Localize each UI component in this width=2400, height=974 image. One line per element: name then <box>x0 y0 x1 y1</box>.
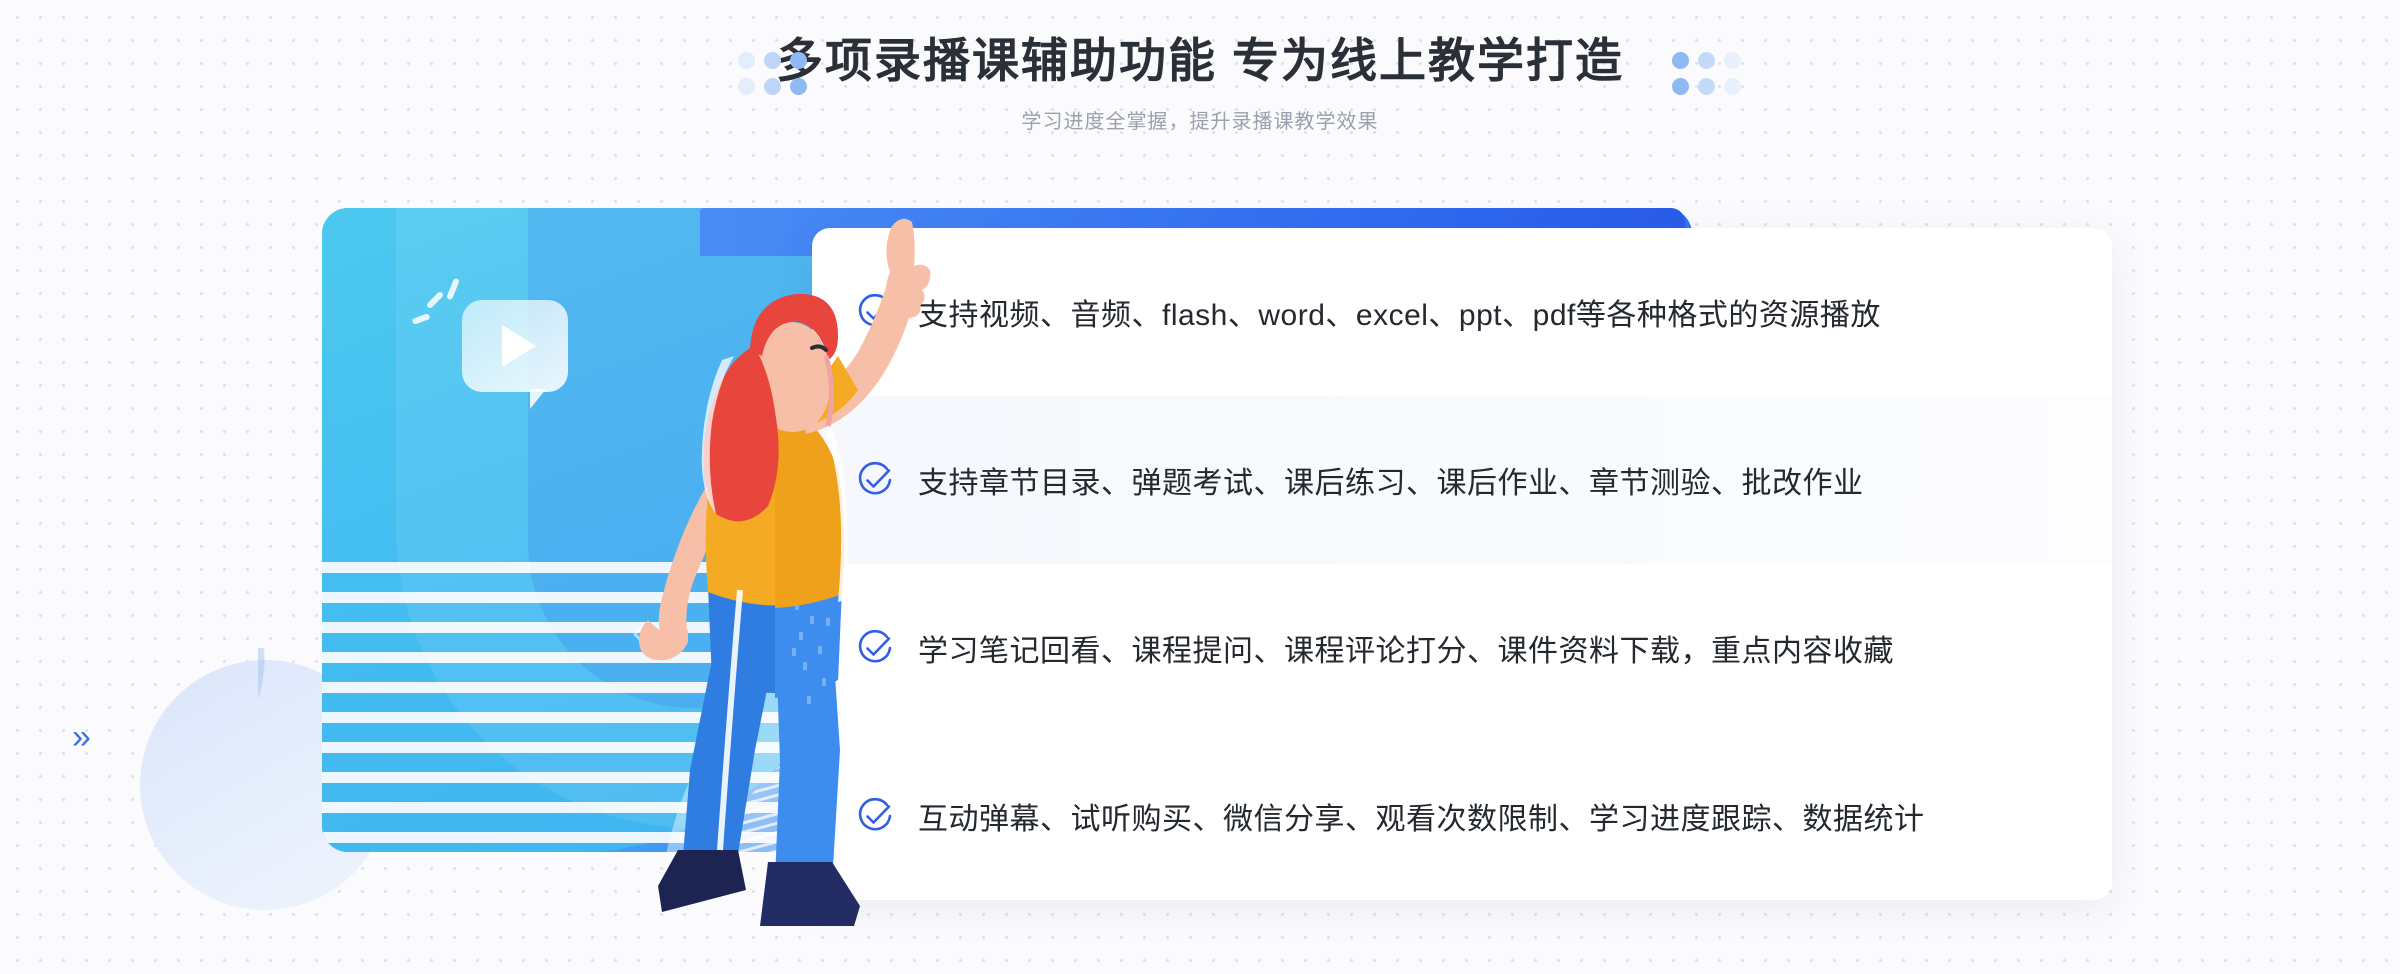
play-triangle-icon <box>502 325 536 367</box>
page-header: 多项录播课辅助功能 专为线上教学打造 学习进度全掌握，提升录播课教学效果 <box>0 0 2400 170</box>
feature-row[interactable]: 支持视频、音频、flash、word、excel、ppt、pdf等各种格式的资源… <box>812 228 2112 396</box>
row-accent-bar <box>798 396 812 564</box>
check-circle-icon <box>858 293 892 327</box>
check-circle-icon <box>858 629 892 663</box>
chevron-double-left-icon: « <box>632 610 655 654</box>
page-subtitle: 学习进度全掌握，提升录播课教学效果 <box>1021 111 1379 134</box>
dot-cluster-icon <box>738 52 807 95</box>
feature-text: 互动弹幕、试听购买、微信分享、观看次数限制、学习进度跟踪、数据统计 <box>918 803 1925 836</box>
feature-row[interactable]: 学习笔记回看、课程提问、课程评论打分、课件资料下载，重点内容收藏 <box>812 564 2112 732</box>
feature-card: 支持视频、音频、flash、word、excel、ppt、pdf等各种格式的资源… <box>798 228 2112 900</box>
feature-row[interactable]: 互动弹幕、试听购买、微信分享、观看次数限制、学习进度跟踪、数据统计 <box>812 732 2112 900</box>
play-button-bubble-icon <box>462 300 568 409</box>
dot-cluster-icon <box>1672 52 1741 95</box>
page-title: 多项录播课辅助功能 专为线上教学打造 <box>775 34 1625 87</box>
check-circle-icon <box>858 461 892 495</box>
feature-text: 学习笔记回看、课程提问、课程评论打分、课件资料下载，重点内容收藏 <box>918 635 1894 668</box>
feature-text: 支持章节目录、弹题考试、课后练习、课后作业、章节测验、批改作业 <box>918 467 1864 500</box>
check-circle-icon <box>858 797 892 831</box>
feature-text: 支持视频、音频、flash、word、excel、ppt、pdf等各种格式的资源… <box>918 299 1881 332</box>
chevron-double-right-icon: » <box>72 718 91 756</box>
feature-row[interactable]: 支持章节目录、弹题考试、课后练习、课后作业、章节测验、批改作业 <box>798 396 2112 564</box>
